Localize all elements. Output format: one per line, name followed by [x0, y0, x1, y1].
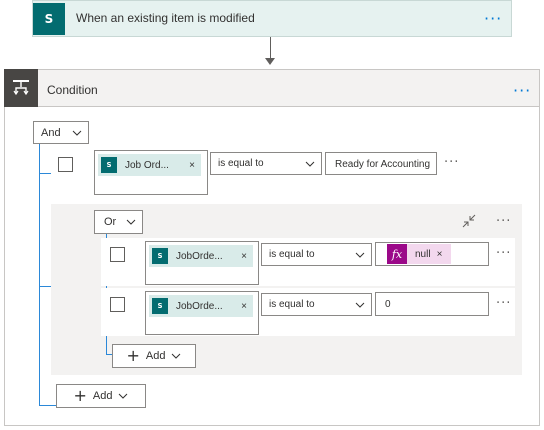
group-more-menu[interactable]: ···	[496, 215, 511, 228]
row-select-checkbox[interactable]	[110, 247, 125, 262]
condition-more-menu[interactable]: ···	[513, 83, 531, 99]
chevron-down-icon	[171, 351, 181, 361]
remove-token-icon[interactable]: ×	[241, 251, 247, 262]
chevron-down-icon	[126, 217, 136, 227]
row-more-menu[interactable]: ···	[496, 297, 511, 310]
sharepoint-icon: S	[152, 298, 168, 314]
comparison-dropdown[interactable]: is equal to	[210, 152, 322, 175]
condition-icon	[4, 69, 38, 107]
plus-icon: +	[126, 346, 140, 365]
condition-right-value-field[interactable]: Ready for Accounting	[325, 152, 437, 175]
chevron-down-icon	[355, 300, 365, 310]
tree-line-outer	[39, 144, 40, 406]
tree-branch-line	[39, 405, 56, 406]
condition-left-value-field[interactable]: S JobOrde... ×	[145, 241, 259, 285]
row-more-menu[interactable]: ···	[496, 247, 511, 260]
dynamic-content-token[interactable]: S JobOrde... ×	[149, 245, 253, 267]
comparison-dropdown[interactable]: is equal to	[261, 293, 372, 316]
chevron-down-icon	[305, 159, 315, 169]
sharepoint-icon: S	[101, 157, 117, 173]
remove-token-icon[interactable]: ×	[189, 160, 195, 171]
row-select-checkbox[interactable]	[110, 297, 125, 312]
trigger-more-menu[interactable]: ···	[484, 11, 502, 27]
row-select-checkbox[interactable]	[58, 157, 73, 172]
chevron-down-icon	[355, 250, 365, 260]
condition-branch-icon	[13, 80, 29, 96]
sharepoint-icon: S	[33, 3, 65, 35]
fx-icon: fx	[387, 244, 407, 264]
condition-add-button[interactable]: + Add	[56, 384, 146, 408]
condition-left-value-field[interactable]: S Job Ord... ×	[94, 150, 208, 195]
collapse-icon[interactable]	[462, 214, 476, 228]
remove-token-icon[interactable]: ×	[437, 249, 443, 260]
condition-left-value-field[interactable]: S JobOrde... ×	[145, 291, 259, 335]
chevron-down-icon	[72, 128, 82, 138]
tree-branch-line	[39, 286, 51, 287]
and-operator-dropdown[interactable]: And	[33, 121, 89, 144]
comparison-dropdown[interactable]: is equal to	[261, 243, 372, 266]
dynamic-content-token[interactable]: S JobOrde... ×	[149, 295, 253, 317]
or-operator-dropdown[interactable]: Or	[94, 210, 143, 234]
flow-arrow-icon	[265, 58, 275, 65]
plus-icon: +	[73, 386, 87, 405]
condition-right-value-field[interactable]: 0	[375, 292, 489, 316]
row-more-menu[interactable]: ···	[444, 156, 459, 169]
dynamic-content-token[interactable]: S Job Ord... ×	[98, 154, 201, 176]
tree-branch-line	[39, 173, 51, 174]
trigger-title: When an existing item is modified	[76, 11, 255, 25]
group-add-button[interactable]: + Add	[112, 344, 196, 368]
chevron-down-icon	[118, 391, 128, 401]
remove-token-icon[interactable]: ×	[241, 301, 247, 312]
condition-right-value-field[interactable]: fx null ×	[375, 242, 489, 266]
sharepoint-icon: S	[152, 248, 168, 264]
expression-token[interactable]: fx null ×	[387, 244, 451, 264]
condition-title: Condition	[47, 83, 98, 97]
